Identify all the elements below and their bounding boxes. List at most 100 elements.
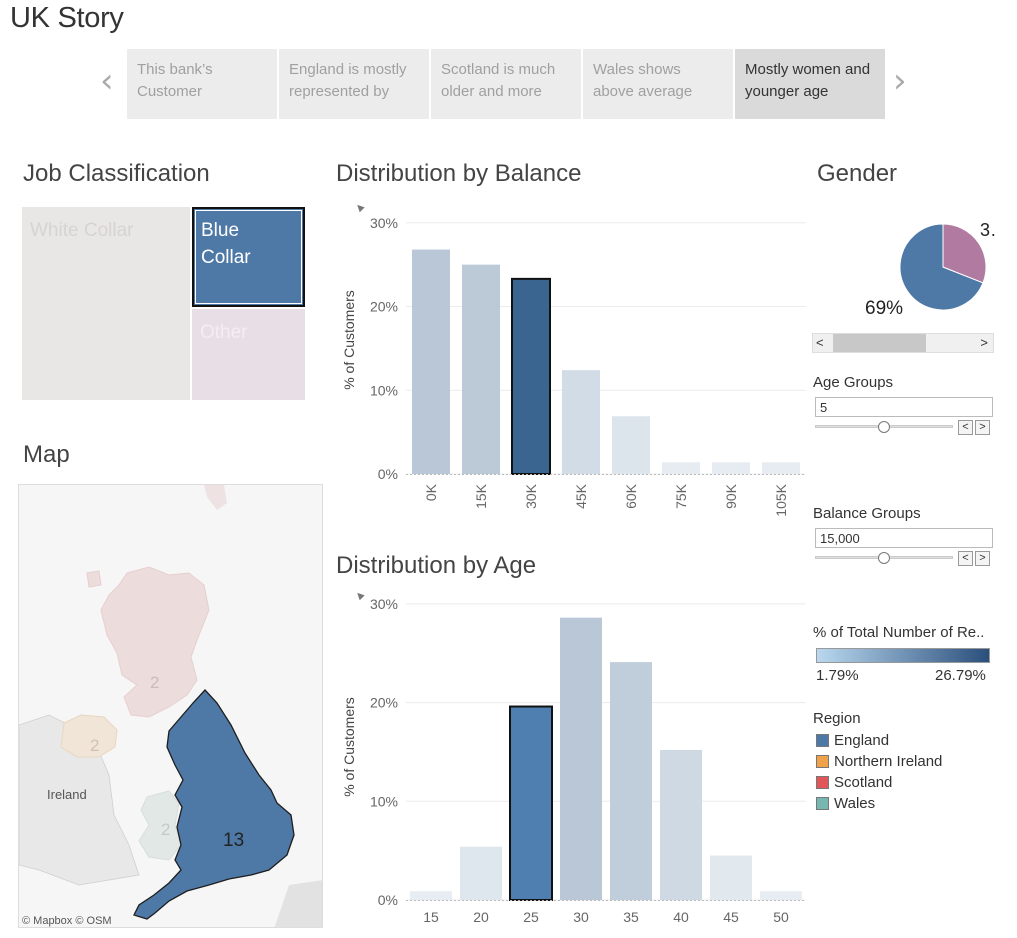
gender-scrollbar[interactable]: < > bbox=[812, 333, 994, 353]
x-tick-label: 40 bbox=[673, 909, 689, 925]
x-tick-label: 20 bbox=[473, 909, 489, 925]
region-legend-item-scotland[interactable]: Scotland bbox=[816, 772, 942, 793]
color-legend-title: % of Total Number of Re.. bbox=[813, 624, 985, 641]
treemap-label-blue-collar: Blue Collar bbox=[201, 220, 251, 268]
treemap-label-other: Other bbox=[200, 322, 248, 343]
x-tick-label: 105K bbox=[773, 483, 789, 516]
story-point-4[interactable]: Wales shows above average bbox=[583, 49, 733, 119]
y-tick-label: 20% bbox=[370, 695, 398, 711]
x-tick-label: 45K bbox=[573, 483, 589, 509]
x-tick-label: 15 bbox=[423, 909, 439, 925]
balance-groups-label: Balance Groups bbox=[813, 505, 921, 522]
x-tick-label: 60K bbox=[623, 483, 639, 509]
age-groups-next-button[interactable]: > bbox=[975, 420, 990, 435]
bar-0K[interactable] bbox=[412, 249, 450, 474]
x-tick-label: 50 bbox=[773, 909, 789, 925]
x-tick-label: 30 bbox=[573, 909, 589, 925]
region-legend-item-northern-ireland[interactable]: Northern Ireland bbox=[816, 751, 942, 772]
color-legend-min: 1.79% bbox=[816, 667, 859, 684]
balance-groups-prev-button[interactable]: < bbox=[958, 551, 973, 566]
y-axis-label: % of Customers bbox=[341, 290, 357, 390]
balance-groups-slider-thumb[interactable] bbox=[878, 552, 890, 564]
x-tick-label: 30K bbox=[523, 483, 539, 509]
job-classification-title: Job Classification bbox=[23, 160, 210, 187]
bar-30[interactable] bbox=[560, 617, 602, 900]
wales-region bbox=[138, 790, 182, 861]
region-legend-label: Wales bbox=[834, 795, 876, 812]
age-chart-title: Distribution by Age bbox=[336, 552, 537, 579]
balance-groups-next-button[interactable]: > bbox=[975, 551, 990, 566]
gender-title: Gender bbox=[817, 160, 898, 187]
bar-45[interactable] bbox=[710, 855, 752, 900]
x-tick-label: 45 bbox=[723, 909, 739, 925]
bar-25[interactable] bbox=[509, 705, 553, 901]
pin-icon[interactable]: ▲ bbox=[350, 200, 368, 216]
region-legend-title: Region bbox=[813, 710, 861, 727]
x-tick-label: 75K bbox=[673, 483, 689, 509]
story-prev-arrow-icon[interactable]: ‹ bbox=[100, 64, 114, 98]
y-tick-label: 0% bbox=[378, 892, 398, 908]
bar-105K[interactable] bbox=[762, 462, 800, 474]
color-legend-ramp bbox=[816, 648, 990, 663]
age-groups-prev-button[interactable]: < bbox=[958, 420, 973, 435]
balance-chart-title: Distribution by Balance bbox=[336, 160, 582, 187]
pie-label-major: 69% bbox=[865, 298, 903, 319]
bar-15[interactable] bbox=[410, 891, 452, 900]
age-groups-input[interactable] bbox=[815, 397, 993, 417]
bar-75K[interactable] bbox=[662, 462, 700, 474]
job-treemap: White Collar Blue Collar Other bbox=[22, 207, 305, 400]
story-point-2[interactable]: England is mostly represented by bbox=[279, 49, 429, 119]
uk-map-svg: Ireland 2 2 2 13 © Mapbox © OSM bbox=[19, 485, 322, 927]
story-next-arrow-icon[interactable]: › bbox=[893, 64, 907, 98]
ireland-label: Ireland bbox=[47, 787, 87, 802]
story-point-3[interactable]: Scotland is much older and more bbox=[431, 49, 581, 119]
bar-60K[interactable] bbox=[612, 416, 650, 474]
balance-bar-chart: 0% 10% 20% 30% % of Customers ▲ 0K 15K 30K 45K 60K… bbox=[341, 200, 806, 517]
bar-40[interactable] bbox=[660, 749, 702, 900]
uk-map[interactable]: Ireland 2 2 2 13 © Mapbox © OSM bbox=[18, 484, 323, 928]
age-groups-label: Age Groups bbox=[813, 374, 894, 391]
treemap-cell-white-collar[interactable]: White Collar bbox=[22, 207, 190, 400]
region-legend-item-wales[interactable]: Wales bbox=[816, 793, 942, 814]
map-attribution: © Mapbox © OSM bbox=[22, 915, 112, 927]
bar-15K[interactable] bbox=[462, 264, 500, 474]
bar-20[interactable] bbox=[460, 846, 502, 900]
age-bar-chart: 0% 10% 20% 30% % of Customers ▲ 15 20 25 30 35 40 45… bbox=[341, 592, 806, 925]
y-tick-label: 30% bbox=[370, 596, 398, 612]
pin-icon[interactable]: ▲ bbox=[350, 592, 368, 604]
x-tick-label: 25 bbox=[523, 909, 539, 925]
scroll-thumb[interactable] bbox=[833, 334, 926, 352]
y-axis-label: % of Customers bbox=[341, 697, 357, 797]
treemap-label-white-collar: White Collar bbox=[30, 220, 134, 241]
region-legend-label: Northern Ireland bbox=[834, 753, 943, 770]
treemap-cell-other[interactable]: Other bbox=[192, 309, 305, 400]
x-tick-label: 0K bbox=[423, 483, 439, 501]
pie-label-minor: 3… bbox=[980, 220, 998, 240]
story-point-1[interactable]: This bank’s Customer bbox=[127, 49, 277, 119]
region-legend-list: England Northern Ireland Scotland Wales bbox=[816, 730, 942, 814]
treemap-cell-blue-collar[interactable]: Blue Collar bbox=[192, 207, 305, 307]
bar-90K[interactable] bbox=[712, 462, 750, 474]
scroll-right-icon[interactable]: > bbox=[980, 335, 988, 350]
bar-35[interactable] bbox=[610, 662, 652, 900]
scroll-left-icon[interactable]: < bbox=[816, 335, 824, 350]
x-tick-label: 35 bbox=[623, 909, 639, 925]
age-groups-slider-thumb[interactable] bbox=[878, 421, 890, 433]
bar-50[interactable] bbox=[760, 891, 802, 900]
scotland-count-label: 2 bbox=[150, 673, 159, 692]
england-count-label: 13 bbox=[223, 830, 244, 851]
balance-groups-input[interactable] bbox=[815, 528, 993, 548]
x-tick-label: 90K bbox=[723, 483, 739, 509]
region-swatch-wales bbox=[816, 797, 829, 810]
bar-45K[interactable] bbox=[562, 370, 600, 474]
region-legend-item-england[interactable]: England bbox=[816, 730, 942, 751]
story-title: UK Story bbox=[10, 2, 124, 34]
y-tick-label: 30% bbox=[370, 215, 398, 231]
northern-ireland-region bbox=[60, 714, 118, 758]
scotland-region bbox=[86, 566, 210, 718]
y-tick-label: 0% bbox=[378, 466, 398, 482]
bar-30K[interactable] bbox=[511, 277, 551, 475]
y-tick-label: 10% bbox=[370, 793, 398, 809]
northern-ireland-count-label: 2 bbox=[90, 736, 99, 755]
story-point-5[interactable]: Mostly women and younger age bbox=[735, 49, 885, 119]
